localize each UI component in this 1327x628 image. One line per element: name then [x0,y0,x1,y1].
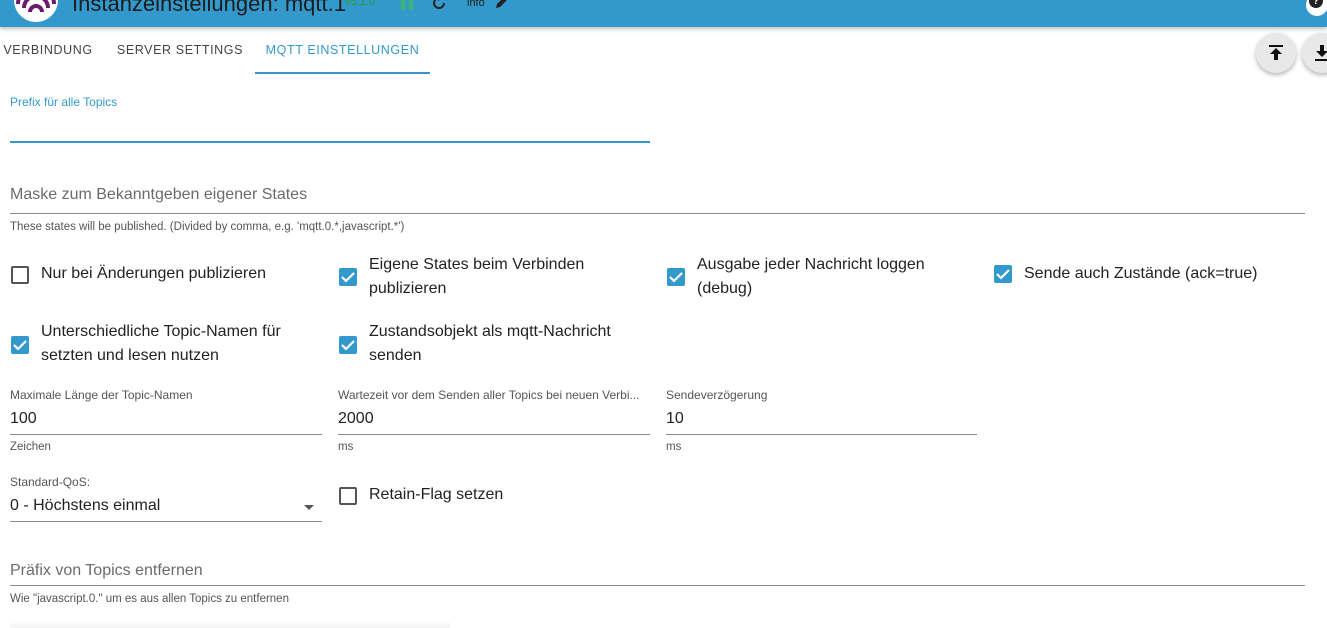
max-length-helper: Zeichen [10,441,51,453]
remove-prefix-input[interactable]: Präfix von Topics entfernen [10,562,203,580]
max-length-input[interactable]: 100 [10,410,37,428]
chevron-down-icon[interactable] [304,505,314,510]
checkbox-only-changes[interactable] [11,266,29,284]
remove-prefix-helper: Wie "javascript.0." um es aus allen Topi… [10,593,289,605]
active-tab-indicator [255,72,430,74]
download-icon [1315,45,1327,61]
send-delay-underline [666,434,977,435]
wait-time-input[interactable]: 2000 [338,410,374,428]
checkbox-different-topics-label: Unterschiedliche Topic-Namen für setzten … [41,323,281,364]
tab-bar: VERBINDUNG SERVER SETTINGS MQTT EINSTELL… [0,27,1000,75]
checkbox-publish-own-states-label: Eigene States beim Verbinden publizieren [369,256,585,297]
checkbox-state-object-label: Zustandsobjekt als mqtt-Nachricht senden [369,323,611,364]
send-delay-helper: ms [666,441,682,453]
download-button[interactable] [1302,33,1327,73]
qos-label: Standard-QoS: [10,475,91,489]
mask-helper: These states will be published. (Divided… [10,221,405,233]
remove-prefix-underline [10,585,1305,586]
next-field-edge [10,620,450,628]
checkbox-state-object[interactable] [339,336,357,354]
help-button[interactable]: ? [1306,0,1327,16]
upload-icon [1269,45,1283,60]
max-length-underline [10,434,322,435]
checkbox-retain-flag-label: Retain-Flag setzen [369,486,504,503]
prefix-underline [10,141,650,143]
checkbox-different-topics[interactable] [11,336,29,354]
mask-underline [10,213,1305,214]
checkbox-log-messages-label: Ausgabe jeder Nachricht loggen (debug) [697,256,925,297]
wait-time-helper: ms [338,441,354,453]
tab-verbindung[interactable]: VERBINDUNG [0,27,96,75]
checkbox-retain-flag[interactable] [339,487,357,505]
page-title: Instanzeinstellungen: mqtt.1 [72,0,346,16]
checkbox-log-messages[interactable] [667,268,685,286]
send-delay-label: Sendeverzögerung [666,388,768,402]
checkbox-send-ack[interactable] [994,265,1012,283]
qos-select[interactable]: 0 - Höchstens einmal [10,497,160,515]
mask-input[interactable]: Maske zum Bekanntgeben eigener States [10,186,307,204]
iobroker-logo-icon [14,0,58,22]
tab-server-settings[interactable]: SERVER SETTINGS [105,27,255,75]
qos-underline [10,521,322,522]
max-length-label: Maximale Länge der Topic-Namen [10,388,193,402]
checkbox-publish-own-states[interactable] [339,268,357,286]
pause-icon[interactable] [400,0,414,15]
pencil-icon[interactable] [494,0,510,15]
version-label: v5.1.0 [345,0,375,8]
info-label: info [467,0,485,9]
wait-time-label: Wartezeit vor dem Senden aller Topics be… [338,388,640,402]
help-icon: ? [1309,0,1323,8]
app-bar: Instanzeinstellungen: mqtt.1 v5.1.0 info… [0,0,1327,27]
prefix-label: Prefix für alle Topics [10,95,118,109]
tab-mqtt-einstellungen[interactable]: MQTT EINSTELLUNGEN [255,27,430,75]
checkbox-send-ack-label: Sende auch Zustände (ack=true) [1024,265,1258,282]
prefix-input[interactable] [10,117,650,139]
reload-icon[interactable] [430,0,448,17]
wait-time-underline [338,434,650,435]
checkbox-only-changes-label: Nur bei Änderungen publizieren [41,265,267,282]
send-delay-input[interactable]: 10 [666,410,684,428]
upload-button[interactable] [1256,33,1296,73]
